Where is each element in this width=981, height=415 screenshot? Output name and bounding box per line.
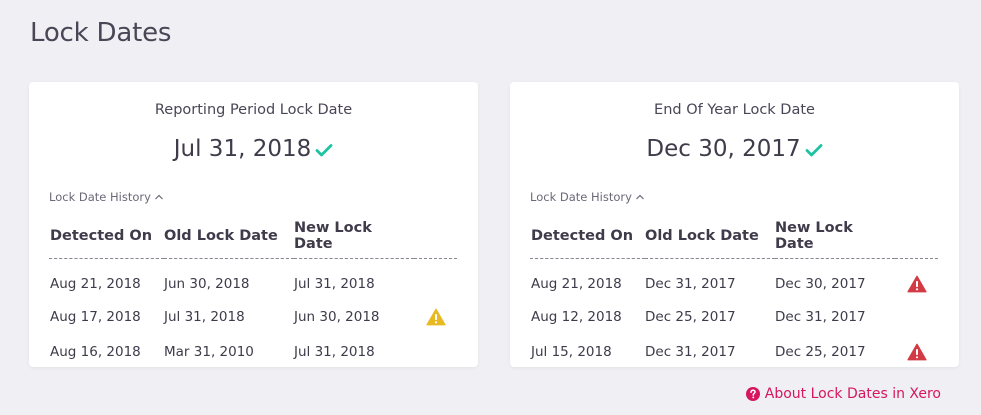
status-cell: [414, 259, 457, 300]
table-row: Aug 21, 2018 Jun 30, 2018 Jul 31, 2018: [49, 259, 457, 300]
lock-date-history-table: Detected On Old Lock Date New Lock Date …: [49, 214, 457, 370]
detected-on-cell: Aug 17, 2018: [50, 309, 141, 325]
column-header: Old Lock Date: [164, 214, 294, 259]
status-cell: [895, 300, 938, 335]
table-row: Aug 12, 2018 Dec 25, 2017 Dec 31, 2017: [530, 300, 938, 335]
detected-on-cell: Jul 15, 2018: [531, 344, 612, 360]
lock-date-history-toggle[interactable]: Lock Date History: [49, 190, 164, 204]
column-header: Detected On: [530, 214, 645, 259]
check-icon: [315, 144, 333, 157]
new-lock-date-cell: Jul 31, 2018: [294, 276, 375, 293]
lock-date-value: Jul 31, 2018: [29, 136, 478, 162]
check-icon: [805, 144, 823, 157]
column-header: Old Lock Date: [645, 214, 775, 259]
old-lock-date-cell: Dec 31, 2017: [645, 344, 736, 360]
status-cell: [414, 300, 457, 335]
about-link-label: About Lock Dates in Xero: [764, 386, 941, 402]
detected-on-cell: Aug 21, 2018: [531, 276, 622, 293]
table-row: Aug 16, 2018 Mar 31, 2010 Jul 31, 2018: [49, 335, 457, 370]
history-toggle-label: Lock Date History: [530, 190, 632, 204]
old-lock-date-cell: Dec 31, 2017: [645, 276, 736, 293]
old-lock-date-cell: Jul 31, 2018: [164, 309, 245, 325]
reporting-period-lock-card: Reporting Period Lock Date Jul 31, 2018 …: [29, 82, 478, 367]
danger-icon[interactable]: [906, 343, 927, 361]
lock-date-history-table: Detected On Old Lock Date New Lock Date …: [530, 214, 938, 370]
danger-icon[interactable]: [906, 275, 927, 293]
table-row: Aug 21, 2018 Dec 31, 2017 Dec 30, 2017: [530, 259, 938, 300]
question-circle-icon: [745, 387, 760, 401]
table-row: Jul 15, 2018 Dec 31, 2017 Dec 25, 2017: [530, 335, 938, 370]
old-lock-date-cell: Dec 25, 2017: [645, 309, 736, 325]
table-row: Aug 17, 2018 Jul 31, 2018 Jun 30, 2018: [49, 300, 457, 335]
column-header-empty: [895, 214, 938, 259]
chevron-up-icon: [155, 194, 163, 200]
card-title: Reporting Period Lock Date: [154, 102, 353, 118]
new-lock-date-cell: Dec 25, 2017: [775, 344, 866, 360]
lock-date-history-toggle[interactable]: Lock Date History: [530, 190, 645, 204]
status-cell: [895, 259, 938, 300]
page-title: Lock Dates: [30, 18, 172, 48]
lock-date-text: Jul 31, 2018: [173, 136, 312, 162]
end-of-year-lock-card: End Of Year Lock Date Dec 30, 2017 Lock …: [510, 82, 959, 367]
lock-date-text: Dec 30, 2017: [646, 136, 801, 162]
history-toggle-label: Lock Date History: [49, 190, 151, 204]
new-lock-date-cell: Dec 31, 2017: [775, 309, 866, 325]
card-title: End Of Year Lock Date: [654, 102, 815, 118]
new-lock-date-cell: Jul 31, 2018: [294, 344, 375, 360]
detected-on-cell: Aug 21, 2018: [50, 276, 141, 293]
warning-icon[interactable]: [425, 308, 446, 326]
new-lock-date-cell: Dec 30, 2017: [775, 276, 866, 293]
chevron-up-icon: [636, 194, 644, 200]
new-lock-date-cell: Jun 30, 2018: [294, 309, 380, 325]
lock-date-value: Dec 30, 2017: [510, 136, 959, 162]
column-header: New Lock Date: [775, 214, 895, 259]
detected-on-cell: Aug 16, 2018: [50, 344, 141, 360]
old-lock-date-cell: Mar 31, 2010: [164, 344, 254, 360]
old-lock-date-cell: Jun 30, 2018: [164, 276, 250, 293]
column-header-empty: [414, 214, 457, 259]
column-header: Detected On: [49, 214, 164, 259]
table-header-row: Detected On Old Lock Date New Lock Date: [530, 214, 938, 259]
column-header: New Lock Date: [294, 214, 414, 259]
status-cell: [895, 335, 938, 370]
status-cell: [414, 335, 457, 370]
table-header-row: Detected On Old Lock Date New Lock Date: [49, 214, 457, 259]
about-lock-dates-link[interactable]: About Lock Dates in Xero: [745, 386, 941, 402]
detected-on-cell: Aug 12, 2018: [531, 309, 622, 325]
